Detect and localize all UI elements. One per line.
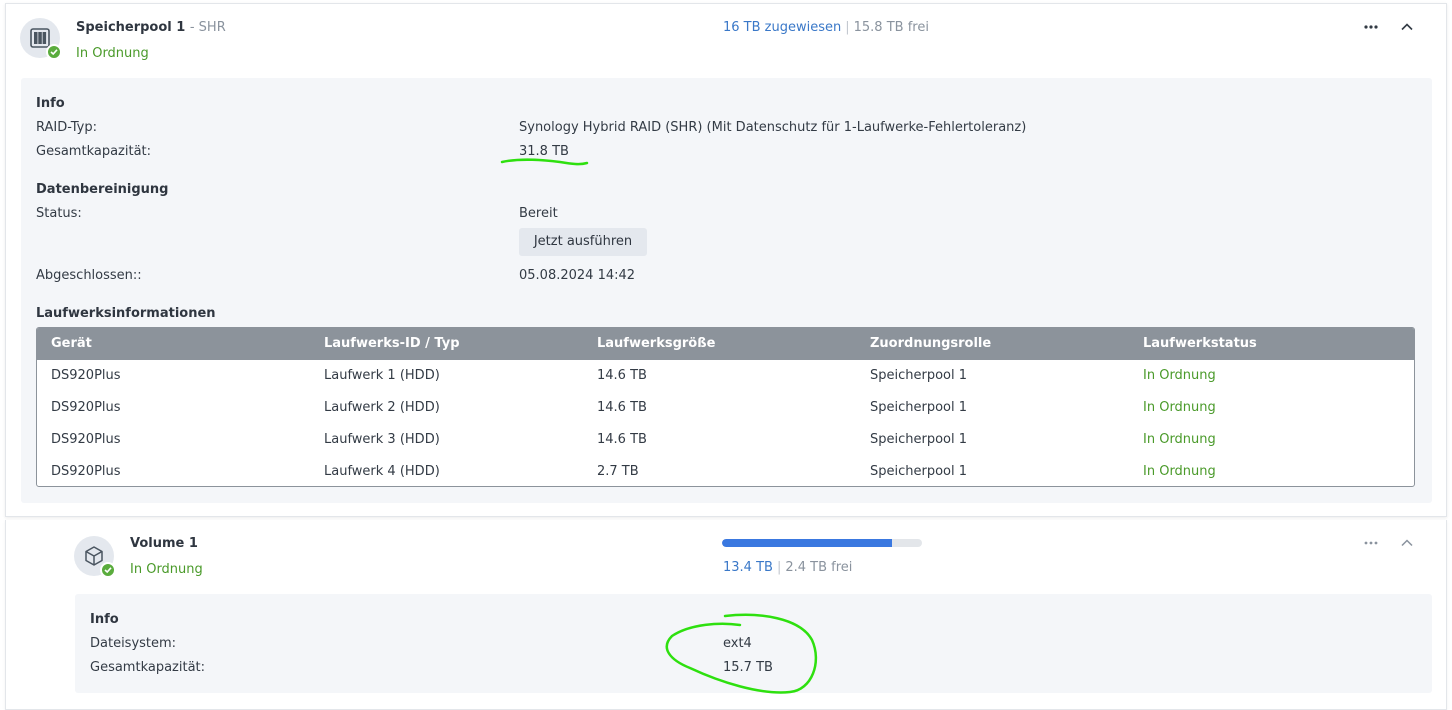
- chevron-up-icon: [1401, 23, 1413, 31]
- total-capacity-value: 31.8 TB: [519, 144, 569, 159]
- cell-drive-size: 14.6 TB: [597, 368, 647, 383]
- column-header-drive-id[interactable]: Laufwerks-ID / Typ: [324, 336, 460, 351]
- volume-capacity-summary: 13.4 TB | 2.4 TB frei: [723, 560, 852, 575]
- scrub-status-label: Status:: [36, 206, 82, 221]
- cell-device: DS920Plus: [51, 464, 121, 479]
- volume-usage-bar-fill: [722, 539, 892, 547]
- cell-role: Speicherpool 1: [870, 368, 968, 383]
- total-capacity-value: 15.7 TB: [723, 660, 773, 675]
- separator: |: [845, 20, 850, 35]
- table-row[interactable]: DS920Plus Laufwerk 4 (HDD) 2.7 TB Speich…: [37, 456, 1414, 486]
- cell-role: Speicherpool 1: [870, 400, 968, 415]
- cell-drive-id: Laufwerk 4 (HDD): [324, 464, 440, 479]
- pool-allocated-link[interactable]: 16 TB zugewiesen: [723, 20, 841, 35]
- storage-pool-card: Speicherpool 1 - SHR In Ordnung 16 TB zu…: [5, 3, 1447, 517]
- raid-type-label: RAID-Typ:: [36, 120, 97, 135]
- cell-status: In Ordnung: [1143, 368, 1216, 383]
- filesystem-value: ext4: [723, 636, 752, 651]
- column-header-device[interactable]: Gerät: [51, 336, 92, 351]
- volume-name: Volume 1: [130, 536, 198, 551]
- pool-status: In Ordnung: [76, 46, 149, 61]
- drive-table-header: Gerät Laufwerks-ID / Typ Laufwerksgröße …: [37, 328, 1414, 360]
- volume-details-panel: Info Dateisystem: ext4 Gesamtkapazität: …: [75, 594, 1432, 693]
- cell-role: Speicherpool 1: [870, 464, 968, 479]
- cell-status: In Ordnung: [1143, 400, 1216, 415]
- status-ok-check-icon: [100, 562, 116, 578]
- cell-drive-size: 14.6 TB: [597, 432, 647, 447]
- total-capacity-label: Gesamtkapazität:: [36, 144, 152, 159]
- pool-type-suffix: - SHR: [189, 20, 226, 35]
- table-row[interactable]: DS920Plus Laufwerk 1 (HDD) 14.6 TB Speic…: [37, 360, 1414, 392]
- info-heading: Info: [36, 96, 65, 111]
- completed-value: 05.08.2024 14:42: [519, 268, 636, 283]
- more-dots-icon: [1364, 25, 1378, 29]
- cell-drive-id: Laufwerk 2 (HDD): [324, 400, 440, 415]
- pool-free: 15.8 TB frei: [853, 20, 929, 35]
- column-header-role[interactable]: Zuordnungsrolle: [870, 336, 991, 351]
- separator: |: [776, 560, 782, 575]
- chevron-up-icon: [1401, 539, 1413, 547]
- cell-drive-id: Laufwerk 3 (HDD): [324, 432, 440, 447]
- cell-device: DS920Plus: [51, 432, 121, 447]
- cell-device: DS920Plus: [51, 400, 121, 415]
- cell-drive-size: 2.7 TB: [597, 464, 639, 479]
- info-heading: Info: [90, 612, 119, 627]
- drive-table: Gerät Laufwerks-ID / Typ Laufwerksgröße …: [36, 327, 1415, 487]
- volume-free: 2.4 TB frei: [785, 560, 853, 575]
- scrub-status-value: Bereit: [519, 206, 558, 221]
- column-header-status[interactable]: Laufwerkstatus: [1143, 336, 1257, 351]
- run-now-button[interactable]: Jetzt ausführen: [519, 228, 647, 256]
- volume-used[interactable]: 13.4 TB: [723, 560, 773, 575]
- table-row[interactable]: DS920Plus Laufwerk 3 (HDD) 14.6 TB Speic…: [37, 424, 1414, 456]
- total-capacity-label: Gesamtkapazität:: [90, 660, 206, 675]
- volume-usage-bar: [722, 539, 922, 547]
- cell-drive-size: 14.6 TB: [597, 400, 647, 415]
- drive-info-heading: Laufwerksinformationen: [36, 306, 216, 321]
- cell-status: In Ordnung: [1143, 432, 1216, 447]
- more-options-button[interactable]: [1360, 532, 1382, 554]
- pool-capacity-summary: 16 TB zugewiesen | 15.8 TB frei: [723, 20, 929, 35]
- volume-card: Volume 1 In Ordnung 13.4 TB | 2.4 TB frei …: [5, 520, 1447, 710]
- volume-icon: [74, 536, 116, 578]
- cell-status: In Ordnung: [1143, 464, 1216, 479]
- data-scrubbing-heading: Datenbereinigung: [36, 182, 169, 197]
- collapse-button[interactable]: [1396, 16, 1418, 38]
- pool-name: Speicherpool 1: [76, 20, 186, 35]
- more-options-button[interactable]: [1360, 16, 1382, 38]
- table-row[interactable]: DS920Plus Laufwerk 2 (HDD) 14.6 TB Speic…: [37, 392, 1414, 424]
- raid-type-value: Synology Hybrid RAID (SHR) (Mit Datensch…: [519, 120, 1027, 135]
- filesystem-label: Dateisystem:: [90, 636, 177, 651]
- more-dots-icon: [1364, 541, 1378, 545]
- pool-title: Speicherpool 1 - SHR: [76, 20, 226, 35]
- collapse-button[interactable]: [1396, 532, 1418, 554]
- cell-device: DS920Plus: [51, 368, 121, 383]
- cell-drive-id: Laufwerk 1 (HDD): [324, 368, 440, 383]
- completed-label: Abgeschlossen::: [36, 268, 142, 283]
- volume-status: In Ordnung: [130, 562, 203, 577]
- cell-role: Speicherpool 1: [870, 432, 968, 447]
- column-header-drive-size[interactable]: Laufwerksgröße: [597, 336, 715, 351]
- storage-pool-icon: [20, 18, 62, 60]
- status-ok-check-icon: [46, 44, 62, 60]
